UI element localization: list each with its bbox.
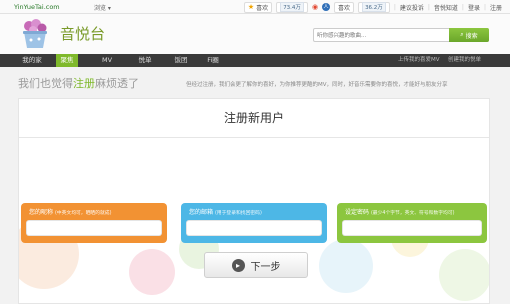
email-label: 您的邮箱 [189, 209, 214, 216]
renren-icon[interactable]: 人 [322, 3, 331, 11]
nav-item-fanclub[interactable]: 饭团 [170, 54, 192, 67]
tagline-highlight: 注册 [73, 77, 95, 90]
nav-item-playlist[interactable]: 悦单 [134, 54, 156, 67]
feedback-link[interactable]: 建议投诉 [400, 3, 424, 12]
register-link[interactable]: 注册 [490, 3, 502, 12]
email-input[interactable] [186, 220, 322, 236]
search-input[interactable] [317, 31, 447, 40]
password-hint: (最少4个字节，英文、符号和数字均可) [370, 211, 455, 216]
decor-bubble [439, 249, 489, 301]
upload-mv-link[interactable]: 上传我的喜爱MV [398, 54, 440, 67]
email-field: 您的邮箱 (用于登录和找回密码) [181, 203, 327, 243]
nickname-label: 您的昵称 [29, 209, 54, 216]
create-playlist-link[interactable]: 创建我的悦单 [448, 54, 481, 67]
nav-item-home[interactable]: 我的家 [16, 54, 48, 67]
arrow-right-icon: ▸ [231, 258, 245, 272]
search-button-label: 搜索 [465, 32, 478, 40]
password-input[interactable] [342, 220, 482, 236]
nav-item-focus[interactable]: 聚焦 [56, 54, 78, 67]
like-button-2[interactable]: 喜欢 [334, 1, 355, 13]
flower-pot-logo-icon[interactable] [18, 18, 52, 50]
tagline: 我们也觉得注册麻烦透了 [18, 77, 139, 90]
next-step-button[interactable]: ▸ 下一步 [204, 252, 308, 278]
nav-item-mv[interactable]: MV [96, 54, 118, 67]
decor-bubble [129, 249, 175, 295]
nickname-hint: (中英文均可，晒晒的就成) [54, 211, 112, 216]
like-label-1: 喜欢 [256, 4, 269, 12]
weibo-icon[interactable]: ◉ [312, 3, 318, 11]
like-label-2: 喜欢 [338, 4, 351, 12]
password-label: 设定密码 [345, 209, 370, 216]
nickname-input[interactable] [26, 220, 162, 236]
top-bar-right: ★ 喜欢 73.4万 ◉ 人 喜欢 36.2万 | 建议投诉 | 音悦知道 | … [243, 1, 502, 13]
star-icon: ★ [247, 3, 255, 11]
nav-item-fi[interactable]: Fi圈 [202, 54, 224, 67]
email-hint: (用于登录和找回密码) [214, 211, 262, 216]
login-link[interactable]: 登录 [468, 3, 480, 12]
tagline-description: 但经过注册，我们会更了解你的喜好，为你推荐更酷的MV，同时，好音乐需要你的喜悦，… [186, 82, 448, 88]
search-button[interactable]: ⌕ 搜索 [449, 28, 489, 42]
logo-text[interactable]: 音悦台 [60, 23, 105, 44]
nickname-field: 您的昵称 (中英文均可，晒晒的就成) [21, 203, 167, 243]
like-button-1[interactable]: ★ 喜欢 [243, 1, 273, 13]
password-field: 设定密码 (最少4个字节，英文、符号和数字均可) [337, 203, 487, 243]
like-count-1: 73.4万 [276, 1, 308, 13]
like-count-2: 36.2万 [358, 1, 390, 13]
search-icon: ⌕ [460, 31, 464, 38]
divider [19, 137, 489, 138]
next-step-label: 下一步 [250, 261, 281, 273]
form-title: 注册新用户 [223, 111, 284, 125]
main-nav: 我的家 聚焦 MV 悦单 饭团 Fi圈 上传我的喜爱MV 创建我的悦单 [0, 54, 510, 67]
header: 音悦台 ⌕ 搜索 [0, 14, 510, 54]
help-link[interactable]: 音悦知道 [434, 3, 458, 12]
search-bar: ⌕ 搜索 [313, 28, 489, 42]
register-panel: 注册新用户 您的昵称 (中英文均可，晒晒的就成) 您的邮箱 (用于登录和找回密码… [18, 98, 490, 304]
site-link[interactable]: YinYueTai.com [14, 3, 60, 11]
top-bar: YinYueTai.com 浏览 ▾ ★ 喜欢 73.4万 ◉ 人 喜欢 36.… [0, 0, 510, 14]
browse-menu[interactable]: 浏览 ▾ [94, 3, 111, 12]
decor-bubble [319, 239, 373, 293]
